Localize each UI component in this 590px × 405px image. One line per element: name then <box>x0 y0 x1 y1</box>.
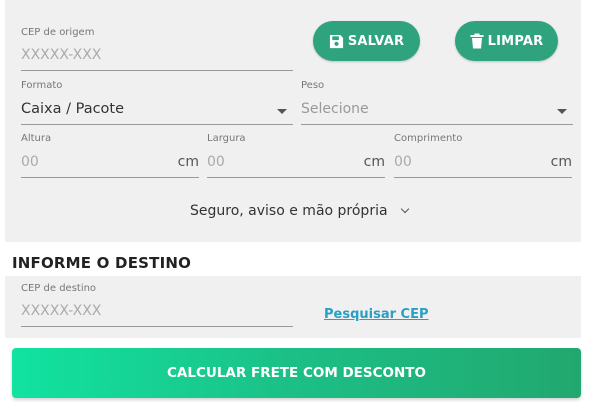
destination-cep-field[interactable]: CEP de destino XXXXX-XXX <box>21 283 293 329</box>
height-underline <box>21 177 199 178</box>
clear-button-label: LIMPAR <box>487 33 544 49</box>
weight-underline <box>301 124 573 125</box>
weight-label: Peso <box>301 80 325 91</box>
save-button[interactable]: SALVAR <box>313 21 420 61</box>
length-underline <box>394 177 572 178</box>
floppy-disk-icon <box>329 34 343 48</box>
destination-section-title: INFORME O DESTINO <box>12 254 192 272</box>
origin-cep-field[interactable]: CEP de origem XXXXX-XXX <box>21 27 293 73</box>
destination-cep-input[interactable]: XXXXX-XXX <box>21 303 101 319</box>
length-unit: cm <box>550 154 572 170</box>
length-label: Comprimento <box>394 133 463 144</box>
width-unit: cm <box>363 154 385 170</box>
origin-cep-underline <box>21 70 293 71</box>
trash-icon <box>470 33 484 49</box>
width-label: Largura <box>207 133 246 144</box>
search-cep-link[interactable]: Pesquisar CEP <box>324 307 429 322</box>
weight-select[interactable]: Peso Selecione <box>301 80 573 126</box>
width-input[interactable]: 00 <box>207 154 225 170</box>
extras-toggle[interactable]: Seguro, aviso e mão própria <box>190 203 409 219</box>
format-label: Formato <box>21 80 63 91</box>
destination-cep-underline <box>21 326 293 327</box>
origin-cep-label: CEP de origem <box>21 27 95 38</box>
destination-cep-label: CEP de destino <box>21 283 97 294</box>
length-input[interactable]: 00 <box>394 154 412 170</box>
weight-value: Selecione <box>301 101 369 117</box>
format-underline <box>21 124 293 125</box>
width-field[interactable]: Largura 00 cm <box>207 133 385 179</box>
origin-cep-input[interactable]: XXXXX-XXX <box>21 47 101 63</box>
chevron-down-icon <box>277 109 287 114</box>
extras-toggle-label: Seguro, aviso e mão própria <box>190 203 388 219</box>
width-underline <box>207 177 385 178</box>
length-field[interactable]: Comprimento 00 cm <box>394 133 572 179</box>
save-button-label: SALVAR <box>347 33 405 49</box>
height-unit: cm <box>177 154 199 170</box>
height-input[interactable]: 00 <box>21 154 39 170</box>
calculate-shipping-label: CALCULAR FRETE COM DESCONTO <box>167 365 426 381</box>
height-field[interactable]: Altura 00 cm <box>21 133 199 179</box>
chevron-down-icon <box>400 204 409 214</box>
clear-button[interactable]: LIMPAR <box>455 21 558 61</box>
chevron-down-icon <box>557 109 567 114</box>
calculate-shipping-button[interactable]: CALCULAR FRETE COM DESCONTO <box>12 348 581 398</box>
format-value: Caixa / Pacote <box>21 101 125 117</box>
format-select[interactable]: Formato Caixa / Pacote <box>21 80 293 126</box>
height-label: Altura <box>21 133 52 144</box>
